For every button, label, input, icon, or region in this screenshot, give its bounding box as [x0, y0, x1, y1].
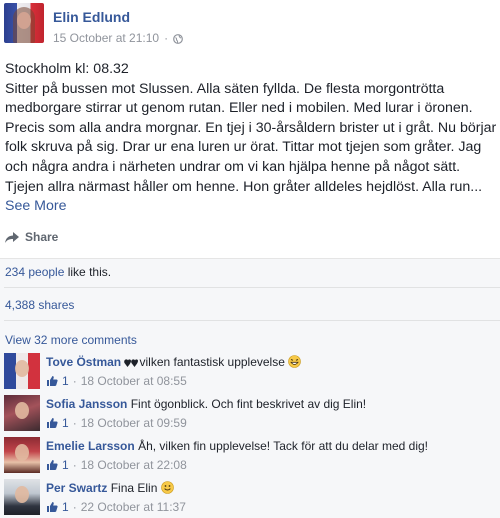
- comment-item: Sofia Jansson Fint ögonblick. Och fint b…: [4, 395, 500, 433]
- comment-meta: 1 · 22 October at 11:37: [46, 500, 186, 514]
- comment-meta: 1 · 18 October at 08:55: [46, 374, 187, 388]
- commenter-avatar[interactable]: [4, 395, 40, 431]
- comment-timestamp[interactable]: 18 October at 09:59: [81, 416, 187, 430]
- comment-like-button[interactable]: 1: [46, 458, 69, 472]
- post-text: Sitter på bussen mot Slussen. Alla säten…: [5, 80, 497, 195]
- share-label: Share: [25, 230, 59, 244]
- thumbs-up-icon: [47, 418, 58, 428]
- commenter-avatar[interactable]: [4, 437, 40, 473]
- shares-count[interactable]: 4,388 shares: [5, 298, 74, 312]
- share-arrow-icon: [5, 231, 19, 243]
- comment-like-button[interactable]: 1: [46, 374, 69, 388]
- thumbs-up-icon: [47, 376, 58, 386]
- grinning-face-icon: [288, 355, 302, 371]
- comment-timestamp[interactable]: 18 October at 08:55: [81, 374, 187, 388]
- commenter-avatar[interactable]: [4, 353, 40, 389]
- comment-text: Emelie Larsson Åh, vilken fin upplevelse…: [46, 439, 429, 453]
- post-timestamp[interactable]: 15 October at 21:10: [53, 31, 159, 45]
- commenter-avatar[interactable]: [4, 479, 40, 515]
- comment-meta: 1 · 18 October at 09:59: [46, 416, 187, 430]
- post-meta: 15 October at 21:10 ·: [53, 31, 183, 45]
- divider: [4, 320, 500, 321]
- likes-suffix: like this.: [64, 265, 112, 279]
- thumbs-up-icon: [47, 502, 58, 512]
- comment-meta: 1 · 18 October at 22:08: [46, 458, 187, 472]
- two-hearts-icon: [124, 357, 139, 371]
- view-more-comments-link[interactable]: View 32 more comments: [5, 333, 137, 347]
- likes-summary: 234 people like this.: [5, 265, 111, 279]
- feedback-panel: 234 people like this. 4,388 shares View …: [0, 258, 500, 518]
- comment-item: Tove Östman vilken fantastisk upplevelse…: [4, 353, 500, 391]
- comment-text: Tove Östman vilken fantastisk upplevelse: [46, 355, 302, 371]
- meta-separator: ·: [164, 31, 169, 45]
- comment-like-count: 1: [62, 458, 69, 472]
- comment-text: Sofia Jansson Fint ögonblick. Och fint b…: [46, 397, 367, 411]
- divider: [4, 287, 500, 288]
- commenter-name[interactable]: Tove Östman: [46, 355, 121, 369]
- comment-timestamp[interactable]: 18 October at 22:08: [81, 458, 187, 472]
- comment-like-count: 1: [62, 416, 69, 430]
- post-body: Stockholm kl: 08.32 Sitter på bussen mot…: [5, 60, 497, 217]
- commenter-name[interactable]: Per Swartz: [46, 481, 107, 495]
- smiley-icon: [160, 481, 174, 497]
- commenter-name[interactable]: Emelie Larsson: [46, 439, 135, 453]
- likes-count-link[interactable]: 234 people: [5, 265, 64, 279]
- comment-like-count: 1: [62, 374, 69, 388]
- author-avatar[interactable]: [4, 3, 44, 43]
- comment-item: Per Swartz Fina Elin 1 · 22 October at 1…: [4, 479, 500, 517]
- comment-like-count: 1: [62, 500, 69, 514]
- globe-icon[interactable]: [173, 33, 183, 44]
- comment-item: Emelie Larsson Åh, vilken fin upplevelse…: [4, 437, 500, 475]
- post-card: Elin Edlund 15 October at 21:10 · Stockh…: [0, 0, 500, 258]
- post-headline: Stockholm kl: 08.32: [5, 61, 129, 77]
- author-name[interactable]: Elin Edlund: [53, 9, 130, 25]
- commenter-name[interactable]: Sofia Jansson: [46, 397, 127, 411]
- comment-text: Per Swartz Fina Elin: [46, 481, 174, 497]
- comment-like-button[interactable]: 1: [46, 500, 69, 514]
- comment-like-button[interactable]: 1: [46, 416, 69, 430]
- see-more-link[interactable]: See More: [5, 198, 67, 214]
- share-button[interactable]: Share: [5, 230, 58, 244]
- thumbs-up-icon: [47, 460, 58, 470]
- comment-timestamp[interactable]: 22 October at 11:37: [81, 500, 186, 514]
